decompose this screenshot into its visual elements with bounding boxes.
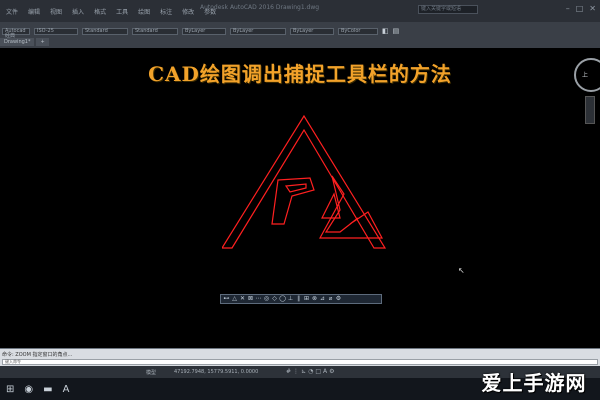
triangle-outer	[222, 114, 387, 249]
status-toggles: # ⋮ ⊾ ◔ □ A ⚙	[286, 368, 334, 375]
endpoint-snap-icon[interactable]: ⊷	[223, 295, 230, 303]
start-icon[interactable]: ⊞	[6, 384, 14, 395]
menu-item-view[interactable]: 视图	[50, 7, 62, 16]
extension-snap-icon[interactable]: ⋯	[255, 295, 262, 303]
command-history: 命令: ZOOM 指定窗口的角点...	[2, 352, 73, 358]
layer-combo[interactable]: ISO-25	[34, 28, 78, 35]
nearest-snap-icon[interactable]: ⊿	[319, 295, 326, 303]
menu-item-format[interactable]: 格式	[94, 7, 106, 16]
menu-item-insert[interactable]: 插入	[72, 7, 84, 16]
model-tab[interactable]: 模型	[146, 369, 156, 376]
osnap-icon[interactable]: □	[315, 368, 321, 375]
ortho-icon[interactable]: ⊾	[301, 368, 306, 375]
tangent-snap-icon[interactable]: ◯	[279, 295, 286, 303]
watermark-text: 爱上手游网	[481, 370, 587, 395]
linetype-combo[interactable]: ByLayer	[230, 28, 286, 35]
close-icon[interactable]: ✕	[589, 4, 596, 13]
watermark: 爱上手游网	[468, 362, 600, 400]
polar-icon[interactable]: ◔	[308, 368, 313, 375]
app-title: Autodesk AutoCAD 2016 Drawing1.dwg	[200, 4, 320, 11]
settings-icon[interactable]: ⚙	[329, 368, 334, 375]
mouse-cursor-icon: ↖	[458, 266, 465, 275]
workspace-combo[interactable]: Autocad 经典	[2, 28, 30, 39]
dim-style-combo[interactable]: Standard	[132, 28, 178, 35]
autocad-icon[interactable]: A	[63, 384, 70, 395]
window-controls: – □ ✕	[566, 4, 596, 13]
grid-icon[interactable]: #	[286, 368, 291, 375]
maximize-icon[interactable]: □	[576, 4, 584, 13]
lineweight-combo[interactable]: ByLayer	[290, 28, 334, 35]
color-combo[interactable]: ByLayer	[182, 28, 226, 35]
none-snap-icon[interactable]: ⌀	[327, 295, 334, 303]
menu-item-modify[interactable]: 修改	[182, 7, 194, 16]
node-snap-icon[interactable]: ⊗	[311, 295, 318, 303]
coordinate-readout: 47192.7948, 15779.5911, 0.0000	[174, 369, 259, 375]
menu-item-draw[interactable]: 绘图	[138, 7, 150, 16]
menu-item-dimension[interactable]: 标注	[160, 7, 172, 16]
text-style-combo[interactable]: Standard	[82, 28, 128, 35]
snap-icon[interactable]: ⋮	[293, 368, 299, 375]
folder-icon[interactable]: ▬	[43, 384, 52, 395]
perpendicular-snap-icon[interactable]: ⊥	[287, 295, 294, 303]
center-snap-icon[interactable]: ◎	[263, 295, 270, 303]
tab-new[interactable]: +	[36, 38, 49, 46]
page-title: CAD绘图调出捕捉工具栏的方法	[148, 62, 452, 86]
tab-drawing1[interactable]: Drawing1*	[0, 38, 35, 46]
browser-icon[interactable]: ◉	[24, 384, 33, 395]
menu-item-edit[interactable]: 编辑	[28, 7, 40, 16]
properties-icon[interactable]: ◧	[382, 28, 389, 35]
quadrant-snap-icon[interactable]: ◇	[271, 295, 278, 303]
menu-item-file[interactable]: 文件	[6, 7, 18, 16]
toolbar-row: Autocad 经典 ISO-25 Standard Standard ByLa…	[0, 28, 400, 39]
navigation-bar[interactable]	[585, 96, 595, 124]
parallel-snap-icon[interactable]: ∥	[295, 295, 302, 303]
letter-p-inner	[284, 183, 307, 193]
minimize-icon[interactable]: –	[566, 4, 570, 13]
annotation-icon[interactable]: A	[323, 368, 327, 375]
search-input[interactable]: 键入关键字或短语	[418, 5, 478, 14]
midpoint-snap-icon[interactable]: △	[231, 295, 238, 303]
apparent-intersection-icon[interactable]: ⊠	[247, 295, 254, 303]
toolbar: Autocad 经典 ISO-25 Standard Standard ByLa…	[0, 22, 600, 48]
layer-icon[interactable]: ▤	[393, 28, 400, 35]
insert-snap-icon[interactable]: ⊞	[303, 295, 310, 303]
object-snap-toolbar: ⊷ △ ✕ ⊠ ⋯ ◎ ◇ ◯ ⊥ ∥ ⊞ ⊗ ⊿ ⌀ ⚙	[220, 294, 382, 304]
intersection-snap-icon[interactable]: ✕	[239, 295, 246, 303]
plot-style-combo[interactable]: ByColor	[338, 28, 378, 35]
file-tabs: Drawing1* +	[0, 38, 49, 46]
menu-item-tools[interactable]: 工具	[116, 7, 128, 16]
osnap-settings-icon[interactable]: ⚙	[335, 295, 342, 303]
drawing-canvas[interactable]	[222, 114, 387, 254]
